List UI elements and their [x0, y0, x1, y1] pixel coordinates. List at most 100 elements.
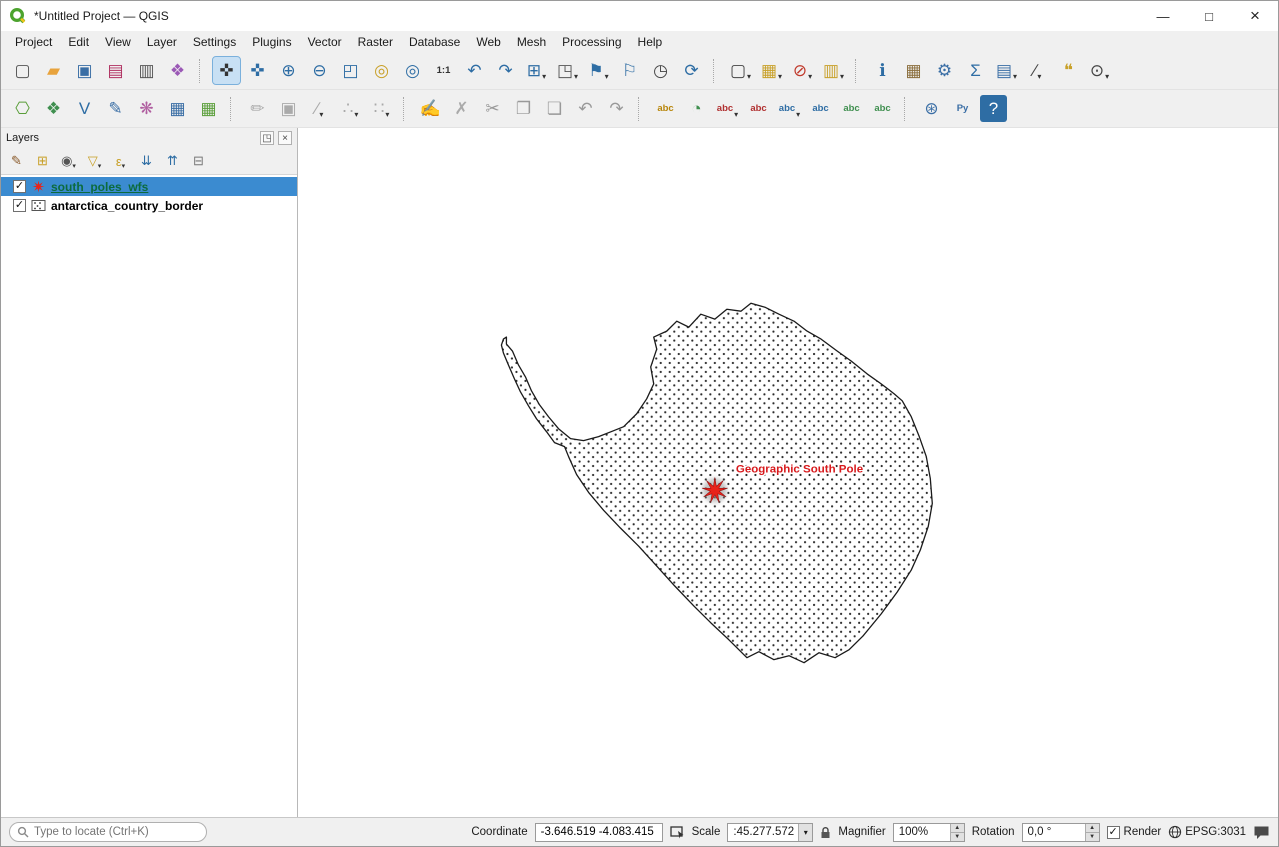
- measure-tool[interactable]: ∕▾: [1024, 57, 1051, 84]
- layer-item[interactable]: ✓antarctica_country_border: [1, 196, 297, 215]
- new-map-view-button[interactable]: ⊞▾: [523, 57, 550, 84]
- menu-vector[interactable]: Vector: [300, 33, 350, 51]
- save-edits-button[interactable]: ▣: [275, 95, 302, 122]
- zoom-out-tool[interactable]: ⊖: [306, 57, 333, 84]
- undo-button[interactable]: ↶: [572, 95, 599, 122]
- rotation-spin-arrows[interactable]: ▲▼: [1085, 824, 1099, 841]
- layer-labeling-options-button[interactable]: abc: [652, 95, 679, 122]
- zoom-to-layer-button[interactable]: ◎: [399, 57, 426, 84]
- delete-selected-button[interactable]: ✗: [448, 95, 475, 122]
- filter-legend-button[interactable]: ▽▾: [84, 151, 105, 172]
- magnifier-spin-arrows[interactable]: ▲▼: [950, 824, 964, 841]
- spin-down-icon[interactable]: ▼: [951, 833, 964, 841]
- change-label-tool[interactable]: abc: [869, 95, 896, 122]
- scale-combobox[interactable]: :45.277.572 ▾: [727, 823, 813, 842]
- new-print-layout-button[interactable]: ▤: [102, 57, 129, 84]
- pan-to-selection-tool[interactable]: ✜: [244, 57, 271, 84]
- menu-database[interactable]: Database: [401, 33, 468, 51]
- map-tips-button[interactable]: ❝: [1055, 57, 1082, 84]
- maximize-button[interactable]: □: [1186, 1, 1232, 31]
- modify-attributes-button[interactable]: ✍: [417, 95, 444, 122]
- layer-item[interactable]: ✓ south_poles_wfs: [1, 177, 297, 196]
- toggle-editing-button[interactable]: ✏: [244, 95, 271, 122]
- python-console-button[interactable]: Py: [949, 95, 976, 122]
- new-shapefile-layer-button[interactable]: ❖: [40, 95, 67, 122]
- add-feature-tool[interactable]: ∴▾: [337, 95, 364, 122]
- new-mesh-layer-button[interactable]: ▦: [164, 95, 191, 122]
- cut-features-button[interactable]: ✂: [479, 95, 506, 122]
- zoom-in-tool[interactable]: ⊕: [275, 57, 302, 84]
- deselect-all-button[interactable]: ⊘▾: [789, 57, 816, 84]
- locate-box[interactable]: [9, 822, 207, 842]
- open-layer-styling-button[interactable]: ✎: [6, 151, 27, 172]
- add-group-button[interactable]: ⊞: [32, 151, 53, 172]
- messages-icon[interactable]: [1253, 825, 1270, 840]
- new-3d-map-view-button[interactable]: ◳▾: [554, 57, 581, 84]
- zoom-to-selection-button[interactable]: ◎: [368, 57, 395, 84]
- new-project-button[interactable]: ▢: [9, 57, 36, 84]
- rotation-spinbox[interactable]: 0,0 ° ▲▼: [1022, 823, 1100, 842]
- pan-map-tool[interactable]: ✜: [213, 57, 240, 84]
- zoom-next-button[interactable]: ↷: [492, 57, 519, 84]
- spin-up-icon[interactable]: ▲: [951, 824, 964, 833]
- show-bookmarks-button[interactable]: ⚐: [616, 57, 643, 84]
- temporal-controller-button[interactable]: ◷: [647, 57, 674, 84]
- help-button[interactable]: ?: [980, 95, 1007, 122]
- render-checkbox[interactable]: ✓: [1107, 826, 1120, 839]
- layer-visibility-checkbox[interactable]: ✓: [13, 180, 26, 193]
- lock-icon[interactable]: [820, 826, 831, 839]
- show-hide-labels-tool[interactable]: abc▾: [776, 95, 803, 122]
- menu-help[interactable]: Help: [630, 33, 671, 51]
- layer-label[interactable]: south_poles_wfs: [51, 180, 148, 194]
- search-tool-button[interactable]: ⊙▾: [1086, 57, 1113, 84]
- highlight-pinned-labels-button[interactable]: abc: [745, 95, 772, 122]
- menu-settings[interactable]: Settings: [185, 33, 244, 51]
- vertex-tool[interactable]: ∷▾: [368, 95, 395, 122]
- layer-tree[interactable]: ✓ south_poles_wfs ✓antarctica_country_bord…: [1, 174, 297, 817]
- style-manager-button[interactable]: ❖: [164, 57, 191, 84]
- open-attribute-table-button[interactable]: ▤▾: [993, 57, 1020, 84]
- manage-map-themes-button[interactable]: ◉▾: [58, 151, 79, 172]
- crs-group[interactable]: EPSG:3031: [1168, 825, 1246, 839]
- zoom-last-button[interactable]: ↶: [461, 57, 488, 84]
- new-virtual-layer-button[interactable]: V: [71, 95, 98, 122]
- scale-dropdown-caret[interactable]: ▾: [798, 824, 812, 841]
- menu-plugins[interactable]: Plugins: [244, 33, 299, 51]
- menu-mesh[interactable]: Mesh: [509, 33, 554, 51]
- menu-view[interactable]: View: [97, 33, 139, 51]
- remove-layer-button[interactable]: ⊟: [188, 151, 209, 172]
- menu-processing[interactable]: Processing: [554, 33, 629, 51]
- menu-project[interactable]: Project: [7, 33, 60, 51]
- new-scratch-layer-button[interactable]: ✎: [102, 95, 129, 122]
- open-project-button[interactable]: ▰: [40, 57, 67, 84]
- pin-labels-tool[interactable]: abc▾: [714, 95, 741, 122]
- select-by-expression-button[interactable]: ▥▾: [820, 57, 847, 84]
- menu-edit[interactable]: Edit: [60, 33, 97, 51]
- rotate-label-tool[interactable]: abc: [838, 95, 865, 122]
- digitize-tool[interactable]: ∕▾: [306, 95, 333, 122]
- spin-down-icon[interactable]: ▼: [1086, 833, 1099, 841]
- map-canvas[interactable]: Geographic South Pole: [298, 128, 1278, 817]
- menu-layer[interactable]: Layer: [139, 33, 185, 51]
- extents-icon[interactable]: [670, 825, 685, 839]
- show-layout-manager-button[interactable]: ▥: [133, 57, 160, 84]
- field-calculator-button[interactable]: ▦: [900, 57, 927, 84]
- magnifier-spinbox[interactable]: 100% ▲▼: [893, 823, 965, 842]
- new-spatialite-layer-button[interactable]: ❋: [133, 95, 160, 122]
- layer-label[interactable]: antarctica_country_border: [51, 199, 203, 213]
- spin-up-icon[interactable]: ▲: [1086, 824, 1099, 833]
- select-features-tool[interactable]: ▢▾: [727, 57, 754, 84]
- menu-raster[interactable]: Raster: [350, 33, 401, 51]
- processing-toolbox-button[interactable]: ⚙: [931, 57, 958, 84]
- identify-features-tool[interactable]: ℹ: [869, 57, 896, 84]
- layer-diagram-options-button[interactable]: ◔: [683, 95, 710, 122]
- close-button[interactable]: ×: [1232, 1, 1278, 31]
- minimize-button[interactable]: —: [1140, 1, 1186, 31]
- collapse-all-button[interactable]: ⇈: [162, 151, 183, 172]
- new-spatial-bookmark-button[interactable]: ⚑▾: [585, 57, 612, 84]
- locate-input[interactable]: [34, 826, 199, 838]
- new-geopackage-layer-button[interactable]: ⎔: [9, 95, 36, 122]
- zoom-native-button[interactable]: 1:1: [430, 57, 457, 84]
- paste-features-button[interactable]: ❏: [541, 95, 568, 122]
- zoom-full-button[interactable]: ◰: [337, 57, 364, 84]
